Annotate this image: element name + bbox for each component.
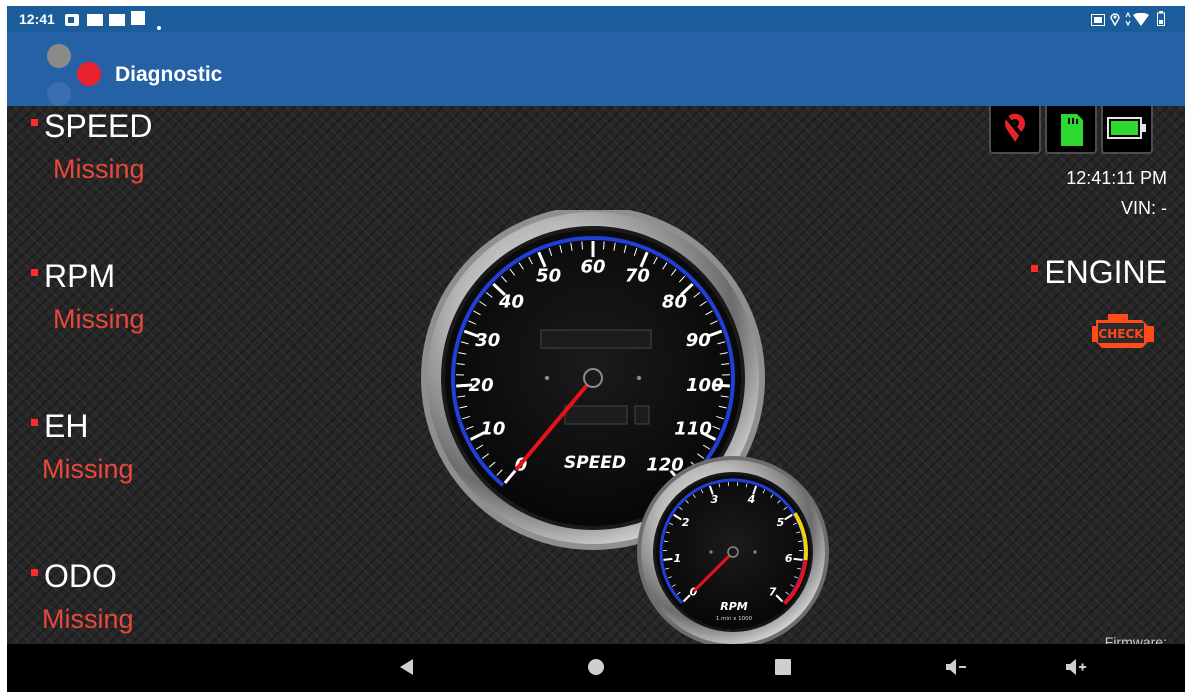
gauges-cluster: 0102030405060708090100110120 SPEED <box>421 210 829 644</box>
speed-tick-label: 10 <box>480 419 505 440</box>
speed-tick-label: 90 <box>686 330 711 351</box>
recents-button[interactable] <box>773 656 793 683</box>
notification-icon <box>87 13 103 29</box>
speed-label: SPEED <box>31 108 152 145</box>
app-title: Diagnostic <box>115 63 223 86</box>
speed-indicator-dot <box>31 119 38 127</box>
volume-down-button[interactable] <box>944 656 968 683</box>
app-logo-icon <box>47 44 101 106</box>
rpm-tick-label: 4 <box>747 493 756 506</box>
sd-card-indicator <box>1045 106 1097 154</box>
more-notifications-icon <box>157 17 161 33</box>
rpm-tick-label: 1 <box>674 552 682 565</box>
notification-icon <box>65 13 79 29</box>
navigation-bar <box>7 644 1185 692</box>
home-button[interactable] <box>586 656 606 683</box>
status-bar: 12:41 <box>7 6 1185 32</box>
recents-icon <box>775 659 791 675</box>
speed-tick-label: 100 <box>686 375 724 396</box>
speed-tick-label: 70 <box>625 266 650 287</box>
notification-icon <box>131 11 145 28</box>
odo-value: Missing <box>42 604 134 634</box>
speed-tick-label: 50 <box>536 266 561 287</box>
eh-value: Missing <box>42 454 134 484</box>
speed-tick-label: 40 <box>498 292 524 313</box>
check-engine-icon: CHECK <box>1092 314 1154 348</box>
battery-status-icon <box>1157 11 1165 29</box>
odo-indicator-dot <box>31 569 38 577</box>
clock-text: 12:41:11 PM <box>1066 168 1167 188</box>
speed-trip-display <box>634 405 650 425</box>
rpm-value: Missing <box>53 304 145 334</box>
rpm-gauge: 0123 4567 RPM 1 min x 1000 <box>637 456 829 644</box>
back-icon <box>400 659 413 675</box>
engine-indicator-dot <box>1031 265 1039 273</box>
speed-gauge-label: SPEED <box>564 453 626 473</box>
notification-icon <box>109 13 125 29</box>
firmware-text: Firmware: <box>1104 634 1167 644</box>
speed-odometer-display <box>564 405 628 425</box>
speed-value: Missing <box>53 154 145 184</box>
vin-text: VIN: - <box>1120 198 1167 218</box>
rpm-major-tick <box>793 557 803 561</box>
data-arrows-icon <box>1125 11 1131 29</box>
speed-needle-hub <box>583 368 603 388</box>
rpm-gauge-label: RPM <box>720 600 748 613</box>
battery-icon <box>1107 117 1146 139</box>
eh-label: EH <box>31 408 88 445</box>
rpm-needle-hub <box>727 546 739 558</box>
gps-off-icon <box>1002 112 1029 144</box>
rpm-tick-label: 2 <box>682 516 690 529</box>
volume-up-button[interactable] <box>1064 656 1088 683</box>
rpm-label: RPM <box>31 258 115 295</box>
odo-label: ODO <box>31 558 117 595</box>
home-icon <box>588 659 604 675</box>
check-engine-text: CHECK <box>1098 327 1144 341</box>
volume-up-icon <box>1066 659 1086 675</box>
rpm-tick-label: 3 <box>711 493 719 506</box>
gps-status-indicator <box>989 106 1041 154</box>
device-screen: 12:41 Diagnostic SPEED Missing RPM Missi… <box>7 6 1185 692</box>
app-bar: Diagnostic <box>7 32 1185 106</box>
rpm-tick-label: 5 <box>777 516 785 529</box>
cast-icon <box>1091 13 1105 29</box>
sd-card-icon <box>1061 114 1083 146</box>
rpm-indicator-dot <box>31 269 38 277</box>
speed-minor-tick <box>581 241 584 250</box>
volume-down-icon <box>946 659 966 675</box>
rpm-tick-label: 6 <box>785 552 793 565</box>
status-time: 12:41 <box>19 11 55 27</box>
location-icon <box>1110 12 1120 29</box>
speed-tick-label: 20 <box>469 375 494 396</box>
speed-tick-label: 120 <box>646 454 684 475</box>
speed-digital-display <box>540 329 652 349</box>
wifi-icon <box>1133 12 1149 29</box>
rpm-major-tick <box>663 557 673 561</box>
battery-indicator <box>1101 106 1153 154</box>
speed-tick-label: 110 <box>674 419 712 440</box>
rpm-tick-label: 7 <box>769 586 777 599</box>
speed-tick-label: 60 <box>580 256 605 277</box>
dashboard-content: SPEED Missing RPM Missing EH Missing ODO… <box>7 106 1185 644</box>
eh-indicator-dot <box>31 419 38 427</box>
speed-tick-label: 80 <box>662 292 687 313</box>
speed-minor-tick <box>602 241 605 250</box>
rpm-gauge-unit: 1 min x 1000 <box>716 616 753 622</box>
engine-label: ENGINE <box>1031 254 1167 291</box>
back-button[interactable] <box>397 656 417 683</box>
speed-tick-label: 30 <box>475 330 500 351</box>
